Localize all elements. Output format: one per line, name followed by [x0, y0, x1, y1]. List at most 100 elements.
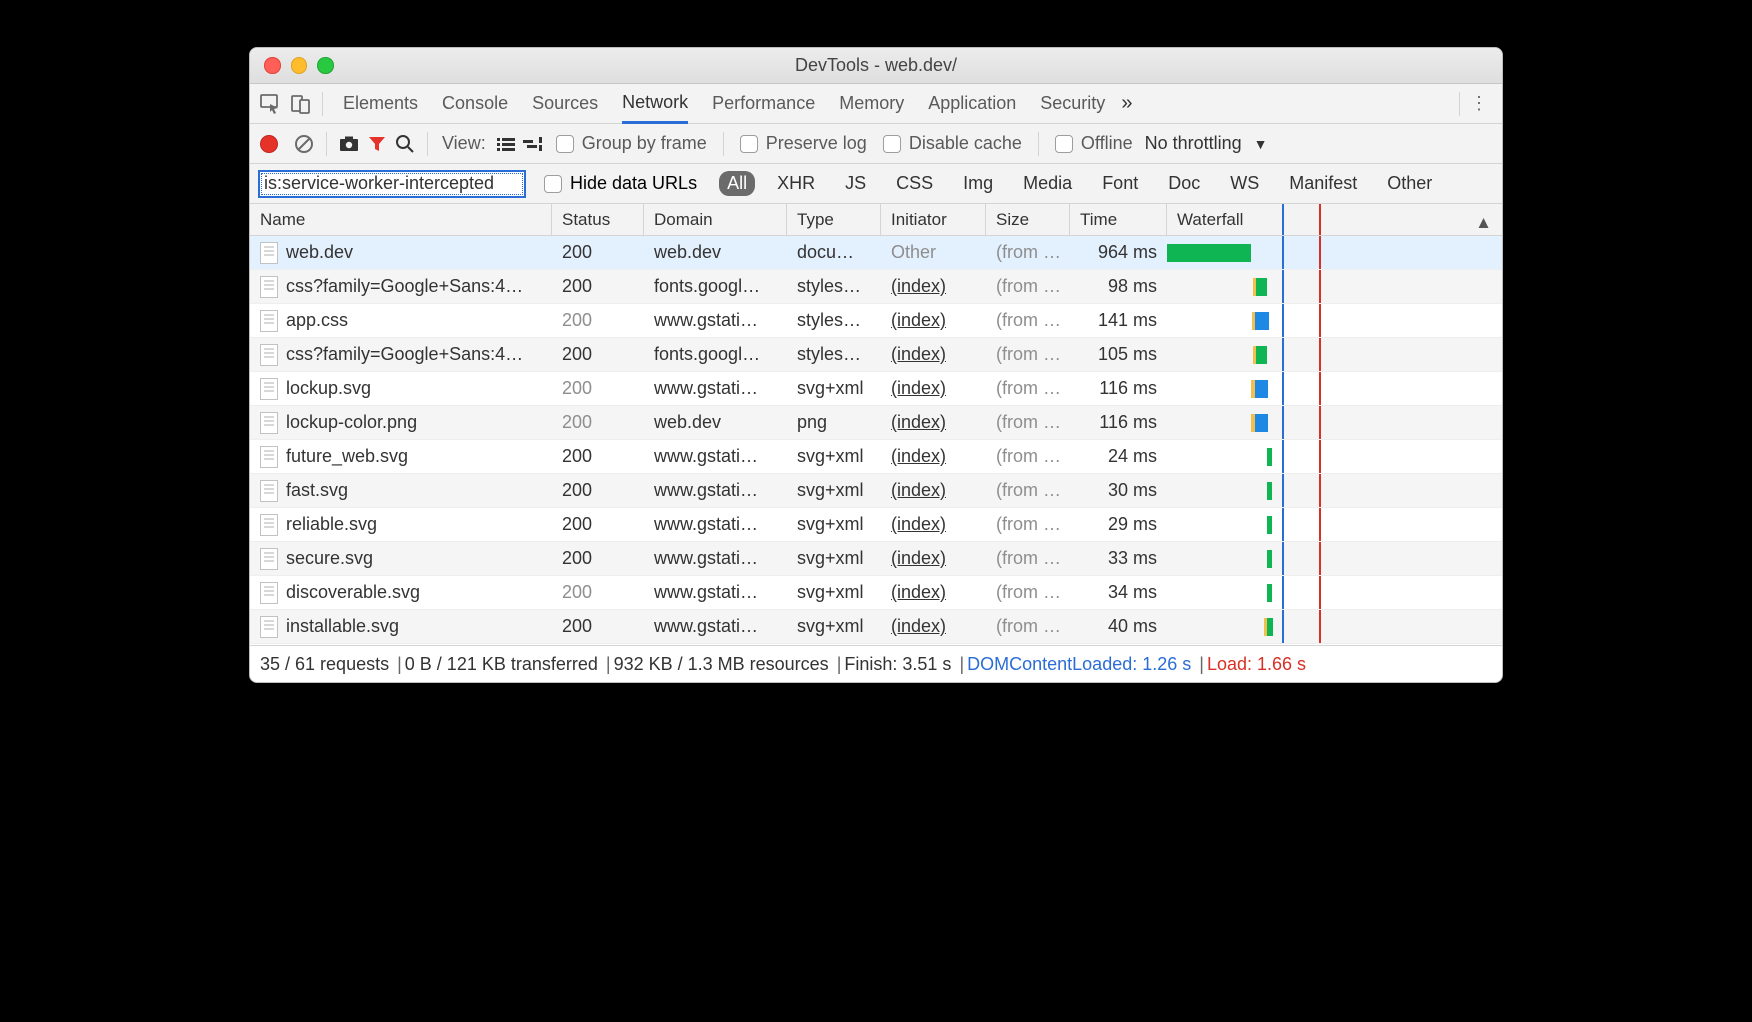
device-toolbar-icon[interactable]	[286, 89, 316, 119]
capture-screenshots-icon[interactable]	[335, 130, 363, 158]
cell-waterfall	[1167, 508, 1502, 541]
throttling-select[interactable]: No throttling	[1145, 133, 1242, 154]
more-tabs-chevron-icon[interactable]: »	[1121, 92, 1132, 115]
type-filter-xhr[interactable]: XHR	[769, 171, 823, 196]
inspect-element-icon[interactable]	[256, 89, 286, 119]
cell-domain: www.gstati…	[644, 304, 787, 337]
tab-console[interactable]: Console	[442, 84, 508, 124]
cell-initiator[interactable]: (index)	[881, 440, 986, 473]
cell-waterfall	[1167, 270, 1502, 303]
cell-waterfall	[1167, 406, 1502, 439]
window-title: DevTools - web.dev/	[250, 55, 1502, 76]
settings-menu-icon[interactable]: ⋮	[1464, 93, 1494, 114]
search-icon[interactable]	[391, 130, 419, 158]
cell-status: 200	[552, 440, 644, 473]
cell-domain: www.gstati…	[644, 440, 787, 473]
large-rows-icon[interactable]	[492, 130, 520, 158]
cell-status: 200	[552, 304, 644, 337]
cell-initiator[interactable]: (index)	[881, 508, 986, 541]
table-header: NameStatusDomainTypeInitiatorSizeTimeWat…	[250, 204, 1502, 236]
request-row[interactable]: future_web.svg200www.gstati…svg+xml(inde…	[250, 440, 1502, 474]
tab-performance[interactable]: Performance	[712, 84, 815, 124]
network-filter-bar: Hide data URLs All XHR JS CSS Img Media Font Do…	[250, 164, 1502, 204]
status-finish: Finish: 3.51 s	[844, 654, 967, 675]
cell-name: fast.svg	[250, 474, 552, 507]
request-row[interactable]: web.dev200web.devdocu…Other(from …964 ms	[250, 236, 1502, 270]
close-window-button[interactable]	[264, 57, 281, 74]
filter-icon[interactable]	[363, 130, 391, 158]
type-filter-all[interactable]: All	[719, 171, 755, 196]
cell-initiator: Other	[881, 236, 986, 269]
cell-initiator[interactable]: (index)	[881, 542, 986, 575]
cell-type: png	[787, 406, 881, 439]
cell-time: 40 ms	[1070, 610, 1167, 643]
tab-sources[interactable]: Sources	[532, 84, 598, 124]
cell-size: (from …	[986, 304, 1070, 337]
cell-size: (from …	[986, 372, 1070, 405]
cell-status: 200	[552, 338, 644, 371]
file-icon	[260, 242, 278, 264]
cell-initiator[interactable]: (index)	[881, 474, 986, 507]
request-row[interactable]: lockup-color.png200web.devpng(index)(fro…	[250, 406, 1502, 440]
column-time[interactable]: Time	[1070, 204, 1167, 235]
hide-data-urls-checkbox[interactable]: Hide data URLs	[544, 173, 697, 194]
cell-type: styles…	[787, 338, 881, 371]
column-size[interactable]: Size	[986, 204, 1070, 235]
column-name[interactable]: Name	[250, 204, 552, 235]
cell-waterfall	[1167, 304, 1502, 337]
request-row[interactable]: discoverable.svg200www.gstati…svg+xml(in…	[250, 576, 1502, 610]
zoom-window-button[interactable]	[317, 57, 334, 74]
record-button[interactable]	[260, 135, 278, 153]
tab-elements[interactable]: Elements	[343, 84, 418, 124]
cell-name: web.dev	[250, 236, 552, 269]
column-waterfall[interactable]: Waterfall▲	[1167, 204, 1502, 235]
cell-time: 116 ms	[1070, 406, 1167, 439]
request-row[interactable]: secure.svg200www.gstati…svg+xml(index)(f…	[250, 542, 1502, 576]
request-row[interactable]: lockup.svg200www.gstati…svg+xml(index)(f…	[250, 372, 1502, 406]
type-filter-ws[interactable]: WS	[1222, 171, 1267, 196]
type-filter-css[interactable]: CSS	[888, 171, 941, 196]
cell-domain: www.gstati…	[644, 372, 787, 405]
minimize-window-button[interactable]	[291, 57, 308, 74]
request-row[interactable]: installable.svg200www.gstati…svg+xml(ind…	[250, 610, 1502, 644]
column-type[interactable]: Type	[787, 204, 881, 235]
throttling-dropdown-icon[interactable]: ▼	[1254, 136, 1268, 152]
tab-application[interactable]: Application	[928, 84, 1016, 124]
group-by-frame-checkbox[interactable]: Group by frame	[556, 133, 707, 154]
type-filter-media[interactable]: Media	[1015, 171, 1080, 196]
column-status[interactable]: Status	[552, 204, 644, 235]
cell-initiator[interactable]: (index)	[881, 304, 986, 337]
column-domain[interactable]: Domain	[644, 204, 787, 235]
title-bar: DevTools - web.dev/	[250, 48, 1502, 84]
type-filter-other[interactable]: Other	[1379, 171, 1440, 196]
tab-security[interactable]: Security	[1040, 84, 1105, 124]
request-row[interactable]: app.css200www.gstati…styles…(index)(from…	[250, 304, 1502, 338]
request-row[interactable]: reliable.svg200www.gstati…svg+xml(index)…	[250, 508, 1502, 542]
filter-input[interactable]	[258, 170, 526, 198]
type-filter-manifest[interactable]: Manifest	[1281, 171, 1365, 196]
cell-domain: www.gstati…	[644, 508, 787, 541]
request-row[interactable]: css?family=Google+Sans:4…200fonts.googl……	[250, 338, 1502, 372]
cell-initiator[interactable]: (index)	[881, 270, 986, 303]
cell-initiator[interactable]: (index)	[881, 406, 986, 439]
request-row[interactable]: fast.svg200www.gstati…svg+xml(index)(fro…	[250, 474, 1502, 508]
column-initiator[interactable]: Initiator	[881, 204, 986, 235]
request-row[interactable]: css?family=Google+Sans:4…200fonts.googl……	[250, 270, 1502, 304]
tab-network[interactable]: Network	[622, 84, 688, 124]
clear-icon[interactable]	[290, 130, 318, 158]
preserve-log-checkbox[interactable]: Preserve log	[740, 133, 867, 154]
offline-checkbox[interactable]: Offline	[1055, 133, 1133, 154]
type-filter-doc[interactable]: Doc	[1160, 171, 1208, 196]
type-filter-font[interactable]: Font	[1094, 171, 1146, 196]
cell-initiator[interactable]: (index)	[881, 576, 986, 609]
cell-initiator[interactable]: (index)	[881, 338, 986, 371]
cell-initiator[interactable]: (index)	[881, 372, 986, 405]
type-filter-img[interactable]: Img	[955, 171, 1001, 196]
status-bar: 35 / 61 requests 0 B / 121 KB transferre…	[250, 646, 1502, 682]
cell-status: 200	[552, 542, 644, 575]
disable-cache-checkbox[interactable]: Disable cache	[883, 133, 1022, 154]
tab-memory[interactable]: Memory	[839, 84, 904, 124]
type-filter-js[interactable]: JS	[837, 171, 874, 196]
overview-icon[interactable]	[520, 130, 548, 158]
cell-initiator[interactable]: (index)	[881, 610, 986, 643]
